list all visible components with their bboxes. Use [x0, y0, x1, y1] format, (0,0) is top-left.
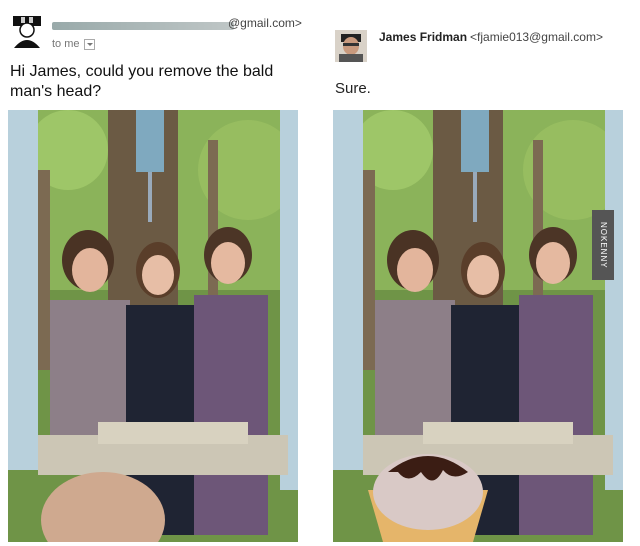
recipient-line[interactable]: to me: [52, 38, 95, 50]
reply-email-panel: James Fridman <fjamie013@gmail.com> Sure.…: [323, 0, 623, 546]
sender-email: <fjamie013@gmail.com>: [470, 30, 603, 44]
reply-avatar: [335, 30, 367, 62]
edited-photo: [333, 110, 623, 542]
watermark: NOKENNY: [592, 210, 614, 280]
sender-avatar-icon: [10, 14, 44, 48]
email-header: @gmail.com> to me: [10, 8, 302, 58]
reply-message: Sure.: [335, 80, 371, 97]
request-message: Hi James, could you remove the bald man'…: [10, 63, 274, 100]
request-email-panel: @gmail.com> to me Hi James, could you re…: [0, 0, 302, 546]
original-photo: [8, 110, 298, 542]
to-me-label: to me: [52, 38, 80, 50]
sender-name: James Fridman: [379, 30, 468, 44]
redacted-sender-name: [52, 22, 234, 30]
sender-email-domain: @gmail.com>: [228, 16, 302, 30]
chevron-down-icon[interactable]: [83, 38, 95, 50]
reply-sender: James Fridman <fjamie013@gmail.com>: [379, 30, 603, 44]
